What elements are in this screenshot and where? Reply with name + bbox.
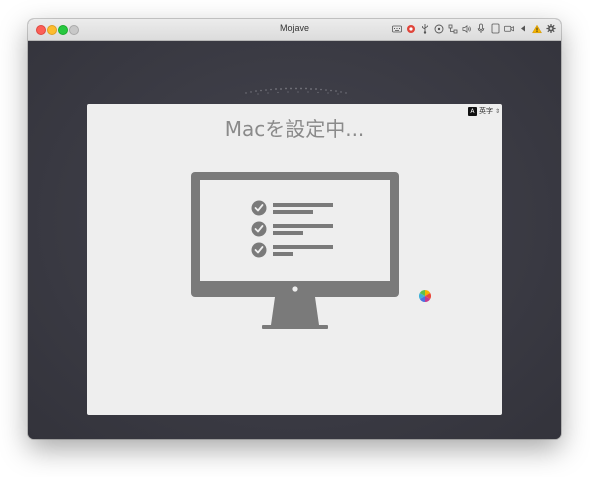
network-icon[interactable]: [448, 22, 458, 35]
title-bar[interactable]: Mojave: [28, 19, 561, 41]
keyboard-icon[interactable]: [392, 22, 402, 35]
settings-gear-icon[interactable]: [546, 22, 556, 35]
record-icon[interactable]: [406, 22, 416, 35]
loading-dots-icon: [245, 87, 347, 95]
speaker-icon[interactable]: [462, 22, 472, 35]
vm-window: Mojave A 英字 ⇕ Macを設定中...: [28, 19, 561, 439]
camera-icon[interactable]: [504, 22, 514, 35]
page-title: Macを設定中...: [224, 117, 365, 141]
back-arrow-icon[interactable]: [518, 22, 528, 35]
spinning-wheel-icon: [419, 290, 431, 302]
microphone-icon[interactable]: [476, 22, 486, 35]
setup-panel: A 英字 ⇕ Macを設定中...: [87, 104, 502, 415]
vm-toolbar: [392, 22, 556, 35]
usb-icon[interactable]: [420, 22, 430, 35]
warning-icon[interactable]: [532, 22, 542, 35]
vm-screen: A 英字 ⇕ Macを設定中...: [28, 41, 561, 439]
display-icon[interactable]: [490, 22, 500, 35]
disc-icon[interactable]: [434, 22, 444, 35]
imac-checklist-icon: [191, 172, 399, 329]
